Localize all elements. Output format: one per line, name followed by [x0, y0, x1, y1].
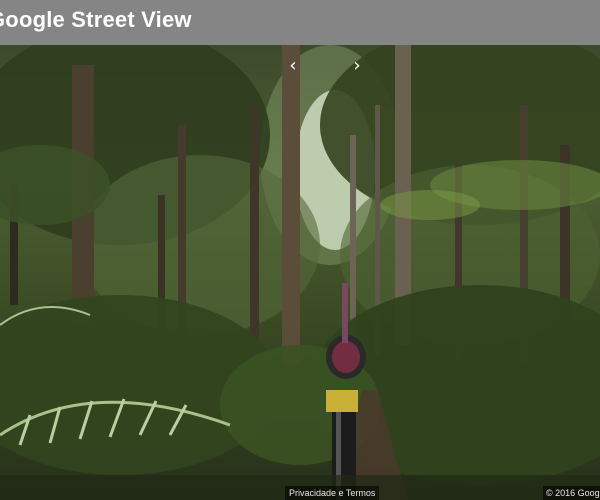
privacy-terms-link[interactable]: Privacidade e Termos	[285, 486, 380, 500]
copyright-notice: © 2016 Google	[543, 486, 600, 500]
panorama-image	[0, 45, 600, 500]
map-footer: Privacidade e Termos © 2016 Google	[0, 486, 600, 500]
chevron-right-icon[interactable]: ›	[346, 55, 368, 77]
street-view-panorama[interactable]: ‹ ›	[0, 45, 600, 500]
page-title: Google Street View	[0, 7, 192, 32]
chevron-left-icon[interactable]: ‹	[282, 55, 304, 77]
header-bar: Google Street View	[0, 0, 600, 45]
